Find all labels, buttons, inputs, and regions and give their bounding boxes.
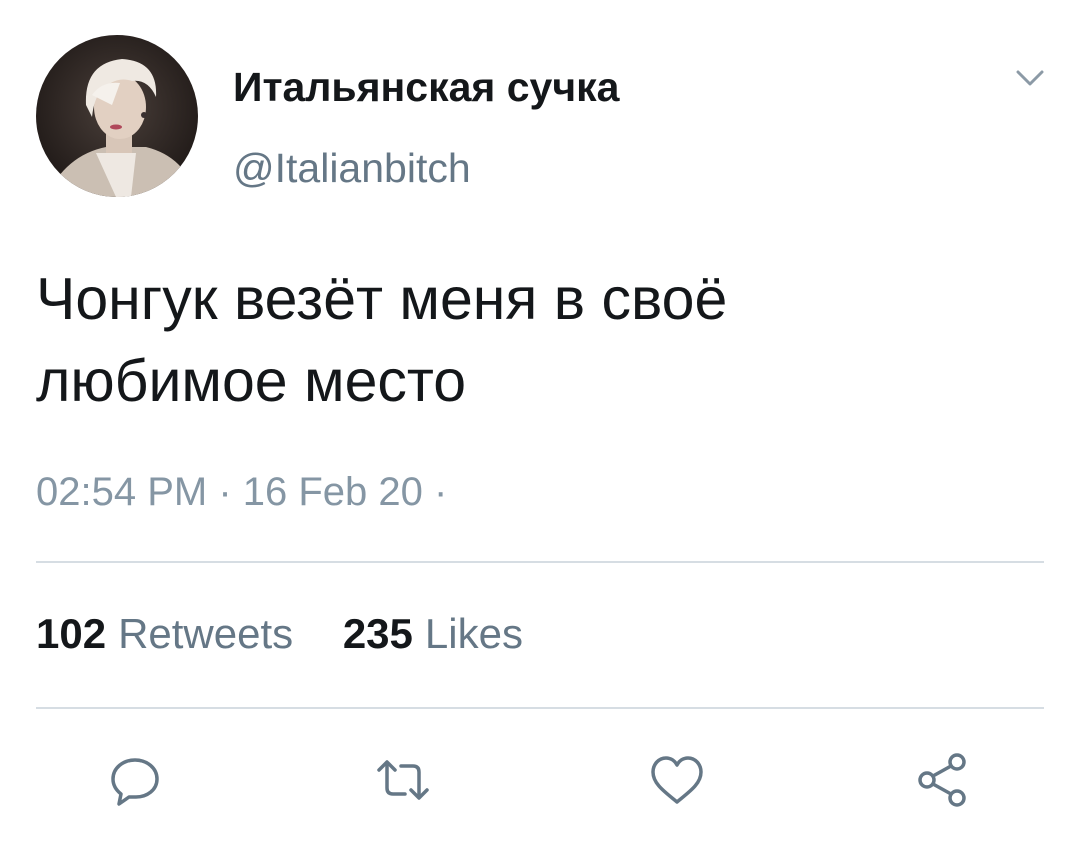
chevron-down-icon[interactable]	[1010, 62, 1050, 92]
tweet-timestamp[interactable]: 02:54 PM · 16 Feb 20 ·	[36, 467, 447, 517]
avatar-image	[36, 35, 198, 197]
divider	[36, 707, 1044, 709]
likes-label: Likes	[424, 610, 523, 657]
tweet-text-line: любимое место	[36, 348, 467, 414]
heart-icon	[651, 756, 703, 804]
like-button[interactable]	[642, 745, 712, 815]
display-name[interactable]: Итальянская сучка	[233, 62, 619, 112]
avatar[interactable]	[36, 35, 198, 197]
retweets-count: 102	[36, 610, 107, 657]
retweets-stat[interactable]: 102 Retweets	[36, 608, 293, 660]
tweet-text-line: Чонгук везёт меня в своё	[36, 266, 728, 332]
likes-count: 235	[342, 610, 413, 657]
tweet-card: Итальянская сучка @Italianbitch Чонгук в…	[0, 0, 1080, 868]
share-icon	[918, 753, 966, 807]
reply-button[interactable]	[100, 745, 170, 815]
user-handle[interactable]: @Italianbitch	[233, 143, 471, 193]
reply-icon	[111, 758, 159, 806]
share-button[interactable]	[908, 745, 978, 815]
likes-stat[interactable]: 235 Likes	[343, 608, 523, 660]
retweets-label: Retweets	[118, 610, 294, 657]
retweet-button[interactable]	[368, 745, 438, 815]
tweet-text: Чонгук везёт меня в своё любимое место	[36, 258, 1036, 422]
tweet-stats: 102 Retweets 235 Likes	[36, 608, 523, 660]
retweet-icon	[377, 760, 429, 800]
divider	[36, 561, 1044, 563]
